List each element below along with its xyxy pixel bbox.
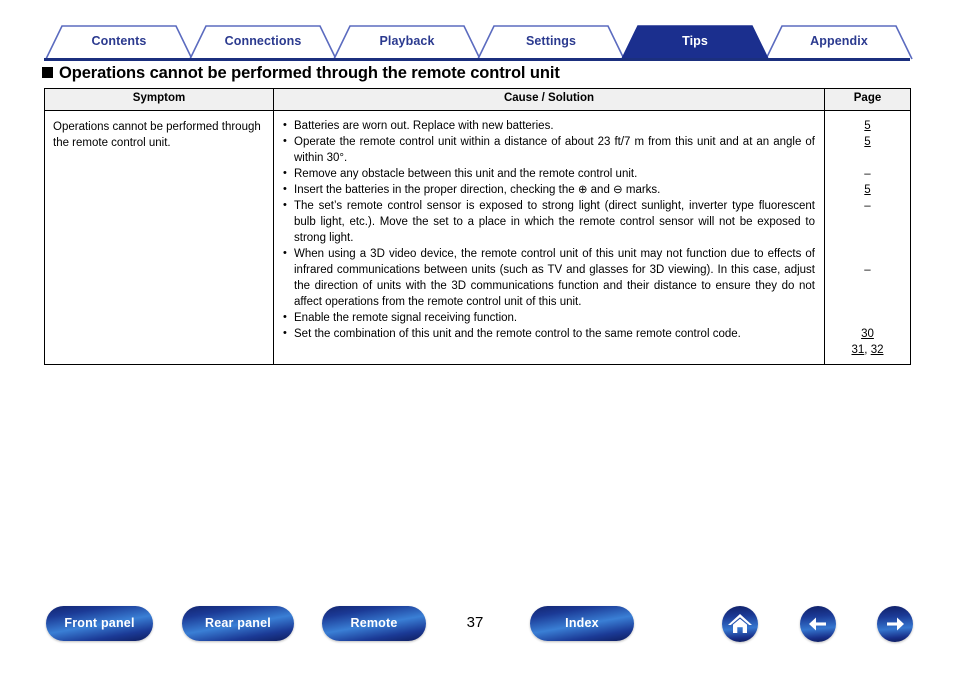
- page-title: Operations cannot be performed through t…: [42, 64, 560, 83]
- page-number: 37: [466, 614, 484, 631]
- page-link[interactable]: 5: [864, 184, 870, 196]
- cause-text: The set’s remote control sensor is expos…: [294, 200, 815, 244]
- page-link[interactable]: 30: [861, 328, 874, 340]
- page-link[interactable]: 5: [864, 136, 870, 148]
- cell-cause: Batteries are worn out. Replace with new…: [273, 110, 825, 365]
- cause-item: When using a 3D video device, the remote…: [283, 245, 815, 310]
- cell-symptom: Operations cannot be performed through t…: [44, 110, 274, 365]
- cause-text: Enable the remote signal receiving funct…: [294, 312, 518, 324]
- cause-text: Set the combination of this unit and the…: [294, 328, 741, 340]
- cause-item: Enable the remote signal receiving funct…: [283, 309, 815, 326]
- cause-item: Set the combination of this unit and the…: [283, 325, 815, 342]
- page-link[interactable]: 31: [852, 344, 865, 356]
- page-ref-spacer: [825, 214, 910, 230]
- page-ref-line: 5: [825, 182, 910, 198]
- tab-settings[interactable]: Settings: [478, 24, 624, 58]
- index-button[interactable]: Index: [530, 606, 634, 641]
- cause-text: When using a 3D video device, the remote…: [294, 248, 815, 308]
- tab-contents[interactable]: Contents: [46, 24, 192, 58]
- forward-button[interactable]: [877, 606, 913, 642]
- page-dash: –: [864, 264, 871, 276]
- remote-button[interactable]: Remote: [322, 606, 426, 641]
- page-ref-spacer: [825, 150, 910, 166]
- tab-tips[interactable]: Tips: [622, 24, 768, 58]
- page-ref-spacer: [825, 246, 910, 262]
- cause-item: The set’s remote control sensor is expos…: [283, 197, 815, 246]
- page-ref-spacer: [825, 278, 910, 294]
- cause-item: Insert the batteries in the proper direc…: [283, 181, 815, 198]
- rear-panel-button[interactable]: Rear panel: [182, 606, 294, 641]
- page-ref-line: 5: [825, 118, 910, 134]
- page-ref-line: –: [825, 198, 910, 214]
- troubleshooting-table: Symptom Cause / Solution Page Operations…: [44, 88, 911, 365]
- tab-connections[interactable]: Connections: [190, 24, 336, 58]
- column-header-cause: Cause / Solution: [273, 88, 825, 111]
- page-ref-line: 31, 32: [825, 342, 910, 358]
- home-button[interactable]: [722, 606, 758, 642]
- back-arrow-icon: [809, 617, 826, 631]
- cause-item: Operate the remote control unit within a…: [283, 133, 815, 166]
- tab-appendix[interactable]: Appendix: [766, 24, 912, 58]
- home-icon: [728, 614, 752, 633]
- page-ref-line: –: [825, 166, 910, 182]
- square-bullet-icon: [42, 67, 53, 78]
- cause-text: Insert the batteries in the proper direc…: [294, 184, 661, 196]
- cause-item: Remove any obstacle between this unit an…: [283, 165, 815, 182]
- cause-item: Batteries are worn out. Replace with new…: [283, 117, 815, 134]
- page-ref-line: 5: [825, 134, 910, 150]
- forward-arrow-icon: [887, 617, 904, 631]
- front-panel-button[interactable]: Front panel: [46, 606, 153, 641]
- column-header-symptom: Symptom: [44, 88, 274, 111]
- cause-text: Batteries are worn out. Replace with new…: [294, 120, 554, 132]
- page-dash: –: [864, 168, 871, 180]
- page-reference-list: 5 5 – 5 – – 30 31, 32: [825, 118, 910, 358]
- back-button[interactable]: [800, 606, 836, 642]
- cause-bullet-list: Batteries are worn out. Replace with new…: [283, 117, 815, 342]
- top-tab-bar: Contents Connections Playback Settings T…: [0, 24, 954, 60]
- cell-page: 5 5 – 5 – – 30 31, 32: [824, 110, 911, 365]
- column-header-page: Page: [824, 88, 911, 111]
- page-ref-line: –: [825, 262, 910, 278]
- page-ref-line: 30: [825, 326, 910, 342]
- tab-bottom-rule: [44, 58, 910, 61]
- page-link[interactable]: 32: [871, 344, 884, 356]
- page-dash: –: [864, 200, 871, 212]
- cause-text: Remove any obstacle between this unit an…: [294, 168, 638, 180]
- footer-navigation: Front panel Rear panel Remote 37 Index: [0, 606, 954, 650]
- page-title-text: Operations cannot be performed through t…: [59, 64, 560, 82]
- page-link[interactable]: 5: [864, 120, 870, 132]
- tab-playback[interactable]: Playback: [334, 24, 480, 58]
- page-ref-spacer: [825, 294, 910, 310]
- table-row: Operations cannot be performed through t…: [44, 110, 911, 365]
- page-ref-spacer: [825, 310, 910, 326]
- table-header-row: Symptom Cause / Solution Page: [44, 88, 911, 111]
- troubleshooting-table-wrapper: Symptom Cause / Solution Page Operations…: [44, 88, 911, 365]
- cause-text: Operate the remote control unit within a…: [294, 136, 815, 164]
- page-ref-spacer: [825, 230, 910, 246]
